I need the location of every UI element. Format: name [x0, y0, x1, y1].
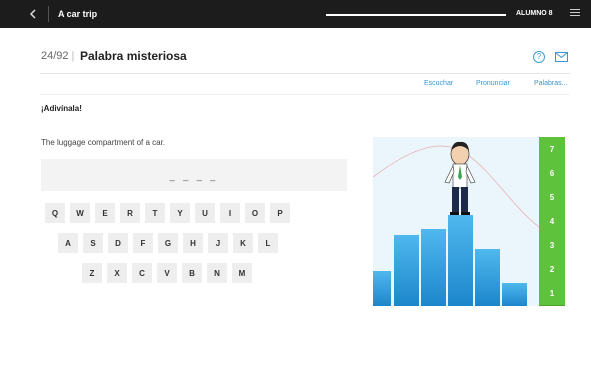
key-z[interactable]: Z: [82, 263, 102, 283]
key-b[interactable]: B: [182, 263, 202, 283]
back-button[interactable]: [23, 0, 43, 28]
activity-title: A car trip: [58, 9, 98, 19]
key-w[interactable]: W: [70, 203, 90, 223]
key-k[interactable]: K: [233, 233, 253, 253]
scene-bar: [421, 229, 446, 306]
key-x[interactable]: X: [107, 263, 127, 283]
scale-level-4: 4: [539, 209, 565, 234]
key-c[interactable]: C: [132, 263, 152, 283]
hangman-scene: [373, 137, 539, 306]
scene-bar: [394, 235, 419, 306]
scene-bar: [475, 249, 500, 306]
scene-bar: [502, 283, 527, 306]
key-d[interactable]: D: [108, 233, 128, 253]
key-h[interactable]: H: [183, 233, 203, 253]
key-a[interactable]: A: [58, 233, 78, 253]
key-m[interactable]: M: [232, 263, 252, 283]
scene-illustration: [373, 137, 539, 306]
progress-indicator: [326, 14, 506, 16]
link-escuchar[interactable]: Escuchar: [424, 80, 453, 87]
key-l[interactable]: L: [258, 233, 278, 253]
page-title: Palabra misteriosa: [80, 49, 187, 63]
key-f[interactable]: F: [133, 233, 153, 253]
chevron-left-icon: [29, 9, 36, 19]
user-name[interactable]: ALUMNO 8: [516, 10, 553, 17]
scale-level-1: 1: [539, 281, 565, 306]
key-g[interactable]: G: [158, 233, 178, 253]
key-j[interactable]: J: [208, 233, 228, 253]
key-t[interactable]: T: [145, 203, 165, 223]
exercise-heading: ¡Adivínala!: [41, 104, 82, 113]
link-palabras[interactable]: Palabras...: [534, 80, 567, 87]
key-p[interactable]: P: [270, 203, 290, 223]
link-pronunciar[interactable]: Pronunciar: [476, 80, 510, 87]
answer-field[interactable]: _ _ _ _: [41, 159, 347, 191]
key-e[interactable]: E: [95, 203, 115, 223]
counter-value: 24/92: [41, 50, 69, 62]
key-q[interactable]: Q: [45, 203, 65, 223]
scene-bar: [448, 215, 473, 306]
top-bar: A car trip ALUMNO 8: [0, 0, 591, 28]
divider: [40, 73, 570, 74]
scale-level-3: 3: [539, 233, 565, 258]
divider: [48, 6, 49, 22]
hamburger-menu-icon[interactable]: [570, 9, 580, 19]
key-i[interactable]: I: [220, 203, 240, 223]
scene-bar: [373, 271, 391, 306]
scale-level-2: 2: [539, 257, 565, 282]
divider: [40, 94, 570, 95]
key-v[interactable]: V: [157, 263, 177, 283]
clue-text: The luggage compartment of a car.: [41, 138, 166, 147]
answer-blanks: _ _ _ _: [169, 171, 219, 181]
question-circle-icon[interactable]: ?: [533, 51, 545, 63]
key-s[interactable]: S: [83, 233, 103, 253]
key-n[interactable]: N: [207, 263, 227, 283]
scale-level-6: 6: [539, 161, 565, 186]
envelope-icon[interactable]: [555, 52, 568, 62]
key-u[interactable]: U: [195, 203, 215, 223]
scale-level-5: 5: [539, 185, 565, 210]
key-r[interactable]: R: [120, 203, 140, 223]
key-y[interactable]: Y: [170, 203, 190, 223]
key-o[interactable]: O: [245, 203, 265, 223]
exercise-counter: 24/92 |: [41, 50, 75, 62]
scale-level-7: 7: [539, 137, 565, 162]
